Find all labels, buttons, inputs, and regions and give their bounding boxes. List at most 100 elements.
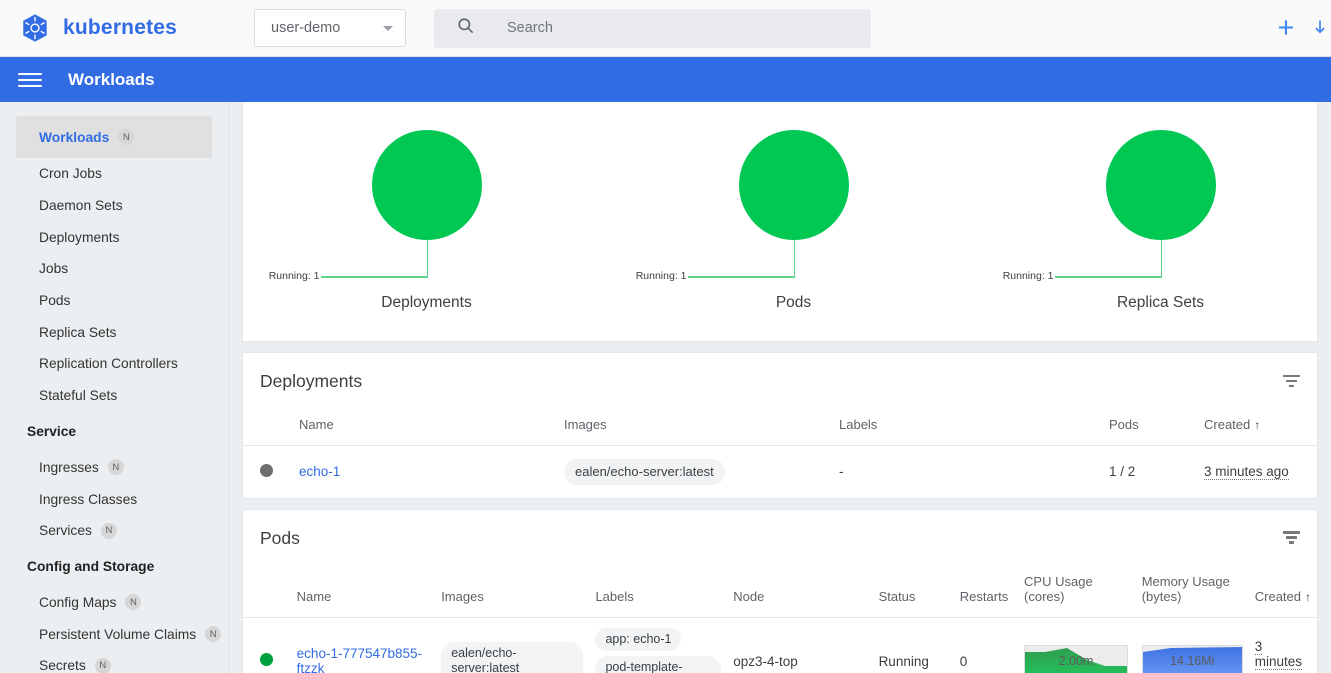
col-node[interactable]: Node bbox=[727, 567, 872, 618]
col-created-label: Created bbox=[1204, 417, 1250, 432]
col-pods[interactable]: Pods bbox=[1103, 410, 1198, 446]
header-actions: + bbox=[1263, 0, 1331, 56]
main-content: Running: 1 Deployments Running: 1 Pods R… bbox=[229, 102, 1331, 673]
filter-icon[interactable] bbox=[1281, 372, 1301, 390]
sidebar-item-label: Config and Storage bbox=[27, 559, 154, 574]
deployment-link[interactable]: echo-1 bbox=[299, 464, 340, 479]
page-toolbar: Workloads bbox=[0, 57, 1331, 102]
col-created-label: Created bbox=[1255, 589, 1301, 604]
sidebar-item-label: Ingress Classes bbox=[39, 492, 137, 507]
pods-card: Pods Name Images Labels Node Status Rest… bbox=[242, 509, 1318, 673]
sidebar-item-jobs[interactable]: Jobs bbox=[0, 253, 228, 285]
created-timestamp: 3 minutes ago bbox=[1204, 464, 1289, 480]
sidebar[interactable]: WorkloadsNCron JobsDaemon SetsDeployment… bbox=[0, 102, 229, 673]
donut-pods[interactable] bbox=[739, 130, 849, 240]
label-chip-pod-template-hash: pod-template-hash: 777547b855 bbox=[595, 656, 721, 673]
sidebar-item-cron-jobs[interactable]: Cron Jobs bbox=[0, 158, 228, 190]
cpu-sparkline[interactable]: 2.00m bbox=[1024, 645, 1128, 673]
memory-sparkline[interactable]: 14.16Mi bbox=[1142, 645, 1243, 673]
filter-icon[interactable] bbox=[1281, 529, 1301, 547]
sidebar-item-stateful-sets[interactable]: Stateful Sets bbox=[0, 380, 228, 412]
image-chip: ealen/echo-server:latest bbox=[564, 459, 725, 485]
sidebar-item-replication-controllers[interactable]: Replication Controllers bbox=[0, 348, 228, 380]
donut-deployments[interactable] bbox=[372, 130, 482, 240]
chart-caption: Deployments bbox=[243, 294, 610, 312]
row-name: echo-1 bbox=[293, 446, 558, 498]
label-chip-app: app: echo-1 bbox=[595, 628, 681, 652]
pod-link[interactable]: echo-1-777547b855-ftzzk bbox=[297, 646, 422, 673]
row-images: ealen/echo-server:latest bbox=[558, 446, 833, 498]
col-name[interactable]: Name bbox=[291, 567, 436, 618]
deployments-card: Deployments Name Images Labels Pods Crea… bbox=[242, 352, 1318, 499]
namespaced-badge: N bbox=[101, 523, 117, 539]
search-icon bbox=[456, 16, 475, 40]
sidebar-item-label: Services bbox=[39, 523, 92, 538]
create-button[interactable]: + bbox=[1263, 0, 1309, 56]
table-header-row: Name Images Labels Pods Created↑ bbox=[243, 410, 1317, 446]
col-memory-usage[interactable]: Memory Usage (bytes) bbox=[1136, 567, 1249, 618]
sidebar-item-secrets[interactable]: SecretsN bbox=[0, 650, 228, 673]
brand-name: kubernetes bbox=[63, 16, 177, 40]
sidebar-item-daemon-sets[interactable]: Daemon Sets bbox=[0, 190, 228, 222]
chart-deployments: Running: 1 Deployments bbox=[243, 102, 610, 342]
row-status-text: Running bbox=[873, 617, 954, 673]
sidebar-item-replica-sets[interactable]: Replica Sets bbox=[0, 316, 228, 348]
col-status-text[interactable]: Status bbox=[873, 567, 954, 618]
sidebar-item-pods[interactable]: Pods bbox=[0, 285, 228, 317]
col-name[interactable]: Name bbox=[293, 410, 558, 446]
app-header: kubernetes user-demo Search + bbox=[0, 0, 1331, 57]
hamburger-menu-icon[interactable] bbox=[18, 69, 42, 91]
sidebar-item-deployments[interactable]: Deployments bbox=[0, 221, 228, 253]
col-labels[interactable]: Labels bbox=[589, 567, 727, 618]
sidebar-item-services[interactable]: Services N bbox=[0, 515, 228, 547]
sidebar-item-label: Replica Sets bbox=[39, 325, 116, 340]
sidebar-item-workloads[interactable]: WorkloadsN bbox=[16, 116, 212, 158]
col-images[interactable]: Images bbox=[435, 567, 589, 618]
memory-value: 14.16Mi bbox=[1143, 646, 1242, 673]
row-created: 3 minutes ago bbox=[1249, 617, 1317, 673]
notifications-button[interactable] bbox=[1309, 0, 1331, 56]
chart-legend-label: Running: 1 bbox=[636, 270, 688, 282]
col-created[interactable]: Created↑ bbox=[1198, 410, 1317, 446]
search-placeholder: Search bbox=[507, 20, 553, 36]
status-dot bbox=[260, 653, 273, 666]
status-dot bbox=[260, 464, 273, 477]
overview-charts-card: Running: 1 Deployments Running: 1 Pods R… bbox=[242, 102, 1318, 342]
row-created: 3 minutes ago bbox=[1198, 446, 1317, 498]
pods-card-header: Pods bbox=[243, 510, 1317, 567]
sidebar-item-ingresses[interactable]: IngressesN bbox=[0, 452, 228, 484]
search-input[interactable]: Search bbox=[434, 9, 871, 48]
sidebar-item-label: Stateful Sets bbox=[39, 388, 117, 403]
col-created[interactable]: Created↑ bbox=[1249, 567, 1317, 618]
deployments-table: Name Images Labels Pods Created↑ echo-1 bbox=[243, 410, 1317, 498]
namespaced-badge: N bbox=[118, 129, 134, 145]
namespaced-badge: N bbox=[205, 626, 221, 642]
col-images[interactable]: Images bbox=[558, 410, 833, 446]
sidebar-item-label: Replication Controllers bbox=[39, 356, 178, 371]
plus-icon: + bbox=[1278, 14, 1295, 43]
sidebar-item-label: Jobs bbox=[39, 261, 68, 276]
sidebar-item-label: Config Maps bbox=[39, 595, 116, 610]
table-row[interactable]: echo-1-777547b855-ftzzk ealen/echo-serve… bbox=[243, 617, 1317, 673]
namespace-selector[interactable]: user-demo bbox=[254, 9, 406, 47]
row-status bbox=[243, 617, 291, 673]
sidebar-item-ingress-classes[interactable]: Ingress Classes bbox=[0, 483, 228, 515]
sidebar-section-config-and-storage: Config and Storage bbox=[0, 547, 228, 587]
chart-pods: Running: 1 Pods bbox=[610, 102, 977, 342]
sidebar-item-config-maps[interactable]: Config MapsN bbox=[0, 587, 228, 619]
col-restarts[interactable]: Restarts bbox=[954, 567, 1018, 618]
donut-replica-sets[interactable] bbox=[1106, 130, 1216, 240]
sidebar-item-label: Persistent Volume Claims bbox=[39, 627, 196, 642]
chart-caption: Pods bbox=[610, 294, 977, 312]
chart-caption: Replica Sets bbox=[977, 294, 1331, 312]
row-restarts: 0 bbox=[954, 617, 1018, 673]
col-cpu-usage[interactable]: CPU Usage (cores) bbox=[1018, 567, 1136, 618]
sidebar-item-persistent-volume-claims[interactable]: Persistent Volume Claims N bbox=[0, 618, 228, 650]
image-chip: ealen/echo-server:latest bbox=[441, 642, 583, 673]
col-labels[interactable]: Labels bbox=[833, 410, 1103, 446]
kubernetes-helm-icon bbox=[18, 11, 52, 45]
row-images: ealen/echo-server:latest bbox=[435, 617, 589, 673]
chart-replica-sets: Running: 1 Replica Sets bbox=[977, 102, 1331, 342]
row-status bbox=[243, 446, 293, 498]
table-row[interactable]: echo-1 ealen/echo-server:latest - 1 / 2 … bbox=[243, 446, 1317, 498]
